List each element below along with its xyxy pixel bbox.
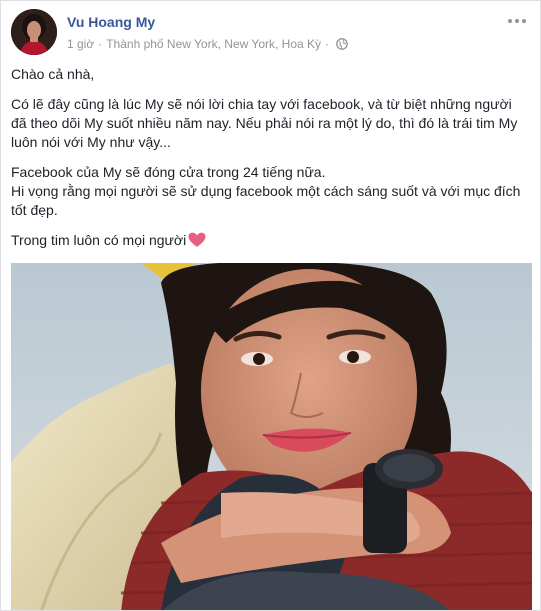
post-header: Vu Hoang My 1 giờ · Thành phố New York, Ne… <box>11 9 532 59</box>
meta-separator: · <box>98 37 103 51</box>
globe-icon[interactable] <box>336 38 348 53</box>
meta-separator: · <box>325 37 330 51</box>
post-paragraph: Facebook của My sẽ đóng cửa trong 24 tiế… <box>11 164 326 180</box>
post-greeting: Chào cả nhà, <box>11 66 95 82</box>
post-location[interactable]: Thành phố New York, New York, Hoa Kỳ <box>106 37 321 51</box>
heart-emoji-icon <box>188 232 206 253</box>
post-photo[interactable] <box>11 263 532 610</box>
author-name[interactable]: Vu Hoang My <box>67 14 155 30</box>
more-options-icon[interactable] <box>508 15 526 27</box>
post-paragraph: Hi vọng rằng mọi người sẽ sử dụng facebo… <box>11 183 521 218</box>
post-meta: 1 giờ · Thành phố New York, New York, Hoa … <box>67 37 348 53</box>
avatar[interactable] <box>11 9 57 55</box>
facebook-post: Vu Hoang My 1 giờ · Thành phố New York, Ne… <box>0 0 541 611</box>
post-closing-text: Trong tim luôn có mọi người <box>11 232 187 248</box>
post-body: Chào cả nhà, Có lẽ đây cũng là lúc My sẽ… <box>11 65 529 264</box>
post-time[interactable]: 1 giờ <box>67 37 94 51</box>
post-paragraph: Có lẽ đây cũng là lúc My sẽ nói lời chia… <box>11 96 518 150</box>
post-closing-line: Trong tim luôn có mọi người <box>11 231 529 253</box>
